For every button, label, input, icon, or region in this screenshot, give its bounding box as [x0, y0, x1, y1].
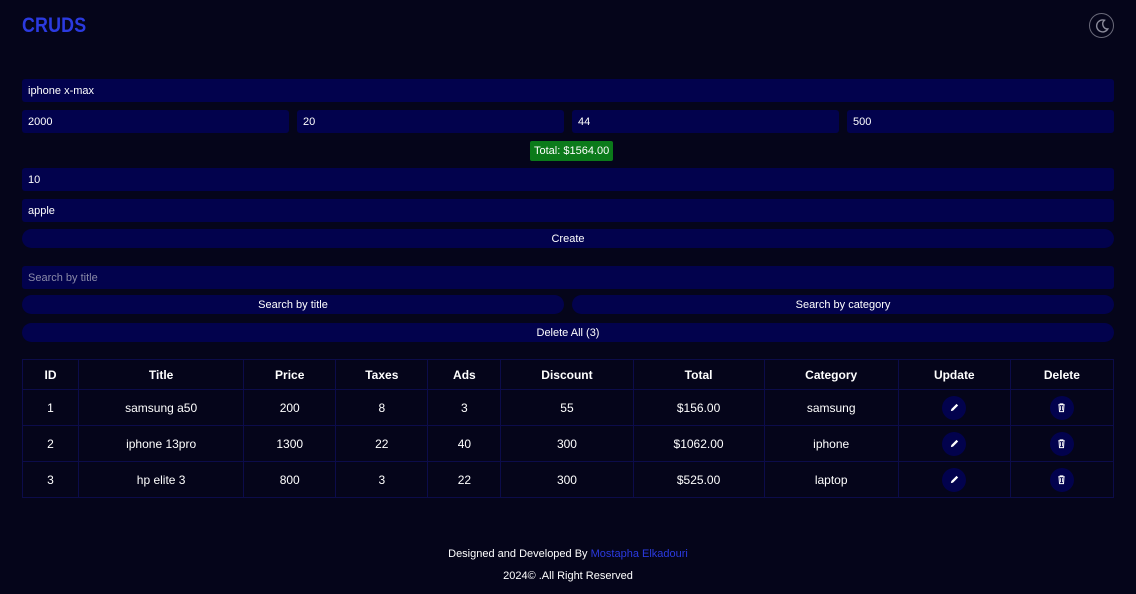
cell-ads: 40 [427, 425, 502, 462]
header-category: Category [763, 359, 899, 390]
cell-taxes: 8 [335, 389, 429, 426]
header-discount: Discount [500, 359, 634, 390]
cell-price: 1300 [243, 425, 337, 462]
cell-category: laptop [763, 461, 899, 498]
count-input[interactable] [22, 168, 1114, 191]
page: CRUDS Total: $1564.00 Create Search by t… [0, 0, 1136, 594]
cell-total: $156.00 [632, 389, 765, 426]
delete-button[interactable] [1049, 395, 1074, 420]
table-row: 2 iphone 13pro 1300 22 40 300 $1062.00 i… [21, 425, 1115, 462]
cell-id: 2 [21, 425, 80, 462]
total-badge: Total: $1564.00 [530, 141, 614, 161]
header-title: Title [78, 359, 245, 390]
moon-icon [1095, 18, 1109, 33]
cell-total: $1062.00 [632, 425, 765, 462]
products-table: ID Title Price Taxes Ads Discount Total … [21, 359, 1115, 498]
header-taxes: Taxes [335, 359, 429, 390]
cell-delete [1009, 461, 1115, 498]
theme-toggle-button[interactable] [1089, 13, 1114, 38]
title-input[interactable] [22, 79, 1114, 102]
header-price: Price [243, 359, 337, 390]
pencil-icon [950, 439, 958, 448]
cell-update [897, 461, 1011, 498]
footer-author-link[interactable]: Mostapha Elkadouri [591, 548, 688, 560]
cell-update [897, 389, 1011, 426]
cell-category: iphone [763, 425, 899, 462]
taxes-input[interactable] [297, 110, 564, 133]
search-by-title-button[interactable]: Search by title [22, 295, 564, 314]
cell-taxes: 3 [335, 461, 429, 498]
ads-input[interactable] [572, 110, 839, 133]
cell-total: $525.00 [632, 461, 765, 498]
trash-icon [1058, 439, 1066, 449]
cell-id: 1 [21, 389, 80, 426]
update-button[interactable] [942, 395, 967, 420]
cell-delete [1009, 389, 1115, 426]
cell-category: samsung [763, 389, 899, 426]
delete-all-button[interactable]: Delete All (3) [22, 323, 1114, 342]
delete-button[interactable] [1049, 467, 1074, 492]
trash-icon [1058, 403, 1066, 413]
header-update: Update [897, 359, 1011, 390]
cell-discount: 55 [500, 389, 634, 426]
cell-ads: 3 [427, 389, 502, 426]
trash-icon [1058, 475, 1066, 485]
header-delete: Delete [1009, 359, 1115, 390]
cell-taxes: 22 [335, 425, 429, 462]
cell-title: hp elite 3 [78, 461, 245, 498]
cell-price: 200 [243, 389, 337, 426]
cell-price: 800 [243, 461, 337, 498]
table-row: 3 hp elite 3 800 3 22 300 $525.00 laptop [21, 461, 1115, 498]
search-input[interactable] [22, 266, 1114, 289]
price-input[interactable] [22, 110, 289, 133]
search-by-category-button[interactable]: Search by category [572, 295, 1114, 314]
header-id: ID [21, 359, 80, 390]
cell-discount: 300 [500, 425, 634, 462]
pencil-icon [950, 403, 958, 412]
update-button[interactable] [942, 467, 967, 492]
update-button[interactable] [942, 431, 967, 456]
footer-credit: Designed and Developed By Mostapha Elkad… [0, 548, 1136, 560]
table-row: 1 samsung a50 200 8 3 55 $156.00 samsung [21, 389, 1115, 426]
table-header-row: ID Title Price Taxes Ads Discount Total … [21, 359, 1115, 390]
pencil-icon [950, 475, 958, 484]
delete-button[interactable] [1049, 431, 1074, 456]
create-button[interactable]: Create [22, 229, 1114, 248]
cell-discount: 300 [500, 461, 634, 498]
cell-title: iphone 13pro [78, 425, 245, 462]
cell-update [897, 425, 1011, 462]
cell-title: samsung a50 [78, 389, 245, 426]
cell-id: 3 [21, 461, 80, 498]
category-input[interactable] [22, 199, 1114, 222]
discount-input[interactable] [847, 110, 1114, 133]
header-ads: Ads [427, 359, 502, 390]
cell-delete [1009, 425, 1115, 462]
cell-ads: 22 [427, 461, 502, 498]
brand-logo: CRUDS [22, 14, 87, 37]
footer-copyright: 2024© .All Right Reserved [503, 570, 633, 582]
header-total: Total [632, 359, 765, 390]
footer-designed-by: Designed and Developed By [448, 548, 588, 560]
